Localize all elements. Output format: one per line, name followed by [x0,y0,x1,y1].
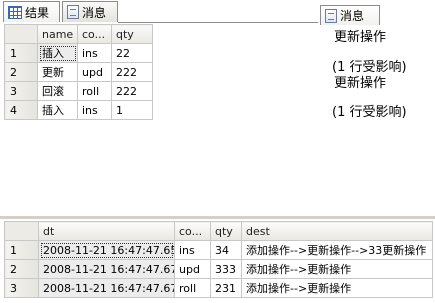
messages-panel: 更新操作 (1 行受影响) 更新操作 (1 行受影响) [321,25,435,120]
pane-splitter[interactable] [0,216,435,219]
column-header-qty[interactable]: qty [111,24,153,44]
cell-co[interactable]: upd [77,62,112,82]
table-row[interactable]: 4 插入 ins 1 [4,100,153,120]
cell-co[interactable]: ins [77,100,112,120]
cell-dt[interactable]: 2008-11-21 16:47:47.653 [38,240,175,260]
cell-dest[interactable]: 添加操作-->更新操作 [241,259,433,279]
row-number[interactable]: 1 [4,240,39,260]
cell-co[interactable]: roll [77,81,112,101]
cell-co[interactable]: upd [174,259,211,279]
cell-qty[interactable]: 222 [111,81,153,101]
message-line: 更新操作 [334,30,387,45]
column-header-dt[interactable]: dt [38,221,175,241]
cell-name[interactable]: 回滚 [37,81,78,101]
results-grid-1[interactable]: name co... qty 1 插入 ins 22 2 更新 upd 222 … [4,24,153,120]
cell-dt[interactable]: 2008-11-21 16:47:47.670 [38,278,175,298]
table-row[interactable]: 2 更新 upd 222 [4,62,153,82]
cell-qty[interactable]: 22 [111,43,153,63]
grid-icon [8,5,22,19]
message-line: 更新操作 [334,76,387,91]
cell-co[interactable]: roll [174,278,211,298]
message-icon [67,5,79,19]
tab-results[interactable]: 结果 [3,1,60,22]
column-header-co[interactable]: co... [174,221,211,241]
table-row[interactable]: 1 2008-11-21 16:47:47.653 ins 34 添加操作-->… [4,240,433,260]
row-number[interactable]: 3 [4,278,39,298]
message-line: (1 行受影响) [332,105,407,120]
cell-qty[interactable]: 333 [210,259,242,279]
cell-dest[interactable]: 添加操作-->更新操作 [241,278,433,298]
corner-cell[interactable] [4,24,38,44]
tab-messages-overlay[interactable]: 消息 [320,5,380,25]
row-number[interactable]: 2 [4,62,38,82]
cell-name[interactable]: 插入 [37,100,78,120]
cell-dt[interactable]: 2008-11-21 16:47:47.670 [38,259,175,279]
tab-messages-overlay-label: 消息 [340,9,365,23]
header-row: name co... qty [4,24,153,44]
cell-co[interactable]: ins [174,240,211,260]
cell-name[interactable]: 插入 [37,43,78,63]
table-row[interactable]: 3 2008-11-21 16:47:47.670 roll 231 添加操作-… [4,278,433,298]
cell-name[interactable]: 更新 [37,62,78,82]
column-header-dest[interactable]: dest [241,221,433,241]
cell-qty[interactable]: 1 [111,100,153,120]
column-header-name[interactable]: name [37,24,78,44]
cell-dest[interactable]: 添加操作-->更新操作-->33更新操作 [241,240,433,260]
cell-co[interactable]: ins [77,43,112,63]
cell-qty[interactable]: 222 [111,62,153,82]
tab-baseline [118,22,318,23]
corner-cell[interactable] [4,221,39,241]
header-row: dt co... qty dest [4,221,433,241]
row-number[interactable]: 4 [4,100,38,120]
tab-messages[interactable]: 消息 [62,1,118,22]
table-row[interactable]: 2 2008-11-21 16:47:47.670 upd 333 添加操作--… [4,259,433,279]
column-header-co[interactable]: co... [77,24,112,44]
message-icon [325,8,337,23]
row-number[interactable]: 2 [4,259,39,279]
cell-qty[interactable]: 231 [210,278,242,298]
tab-results-label: 结果 [25,5,50,20]
results-grid-2[interactable]: dt co... qty dest 1 2008-11-21 16:47:47.… [4,221,433,298]
cell-qty[interactable]: 34 [210,240,242,260]
tab-messages-label: 消息 [82,5,107,20]
column-header-qty[interactable]: qty [210,221,242,241]
row-number[interactable]: 3 [4,81,38,101]
table-row[interactable]: 1 插入 ins 22 [4,43,153,63]
table-row[interactable]: 3 回滚 roll 222 [4,81,153,101]
row-number[interactable]: 1 [4,43,38,63]
